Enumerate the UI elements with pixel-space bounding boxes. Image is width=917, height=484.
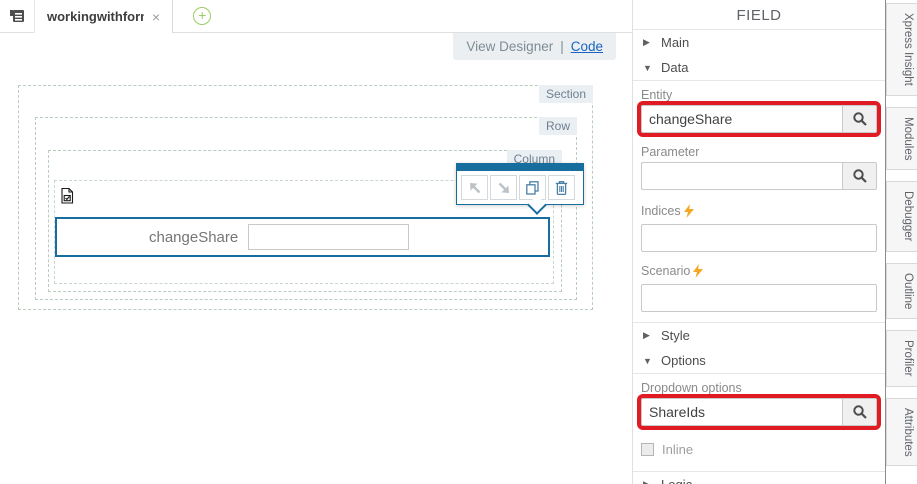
element-toolbar [456,163,584,205]
section-options-label: Options [661,353,706,368]
row-label: Row [539,117,577,135]
section-style[interactable]: ▶ Style [633,322,885,348]
bolt-icon [683,204,695,218]
dropdown-search-button[interactable] [842,399,876,425]
mode-toggle: View Designer | Code [453,33,616,60]
design-canvas[interactable]: View Designer | Code Section Row Column … [0,33,632,484]
mode-separator: | [560,39,564,54]
dropdown-options-input[interactable] [642,399,842,425]
indices-label-text: Indices [641,204,681,218]
side-tab-modules[interactable]: Modules [886,107,917,170]
chevron-down-icon: ▼ [643,63,652,73]
indices-input[interactable] [641,224,877,252]
side-tab-debugger[interactable]: Debugger [886,181,917,252]
section-options[interactable]: ▼ Options [633,348,885,374]
chevron-right-icon: ▶ [643,330,652,341]
chevron-right-icon: ▶ [643,479,652,484]
search-icon [852,168,868,184]
section-main[interactable]: ▶ Main [633,30,885,55]
search-icon [852,404,868,420]
tab-workingwithform[interactable]: workingwithform × [34,0,173,33]
side-tab-profiler[interactable]: Profiler [886,330,917,386]
form-field-label: changeShare [149,229,238,246]
dropdown-options-input-group [641,398,877,426]
copy-icon [525,180,540,195]
inline-option-row: Inline [641,442,877,457]
entity-input-group [641,105,877,133]
scenario-label: Scenario [641,264,877,278]
bolt-icon [692,264,704,278]
view-list-icon [7,7,27,25]
close-icon[interactable]: × [152,10,160,24]
view-list-button[interactable] [0,0,34,32]
search-icon [852,111,868,127]
add-view-button[interactable]: + [193,7,211,25]
code-toggle-link[interactable]: Code [571,39,603,54]
tab-title: workingwithform [47,9,144,24]
entity-input[interactable] [642,106,842,132]
delete-button[interactable] [548,175,575,200]
view-tab-bar: workingwithform × + [0,0,632,33]
dropdown-options-label: Dropdown options [641,381,877,395]
chevron-right-icon: ▶ [643,37,652,48]
inline-label: Inline [662,442,693,457]
parameter-label: Parameter [641,145,877,159]
section-label: Section [539,85,593,103]
duplicate-button[interactable] [519,175,546,200]
parameter-input[interactable] [642,163,842,189]
properties-panel: FIELD ▶ Main ▼ Data Entity Parameter Ind… [632,0,886,484]
view-designer-toggle[interactable]: View Designer [466,39,553,54]
section-data[interactable]: ▼ Data [633,55,885,81]
entity-search-button[interactable] [842,106,876,132]
section-main-label: Main [661,35,689,50]
entity-label: Entity [641,88,877,102]
section-logic[interactable]: ▶ Logic [633,471,885,484]
designer-workspace: workingwithform × + View Designer | Code… [0,0,632,484]
indices-label: Indices [641,204,877,218]
trash-icon [554,180,569,196]
arrow-down-right-icon [497,181,511,195]
move-up-button[interactable] [461,175,488,200]
parameter-search-button[interactable] [842,163,876,189]
section-data-label: Data [661,60,688,75]
form-field-input[interactable] [248,224,409,250]
plus-icon: + [198,7,206,23]
panel-title: FIELD [633,0,885,30]
parameter-input-group [641,162,877,190]
scenario-input[interactable] [641,284,877,312]
move-down-button[interactable] [490,175,517,200]
form-field-type-icon [59,186,76,211]
selected-form-field[interactable]: changeShare [55,217,550,257]
chevron-down-icon: ▼ [643,356,652,366]
side-tab-attributes[interactable]: Attributes [886,398,917,467]
section-logic-label: Logic [661,477,692,484]
arrow-up-left-icon [468,181,482,195]
scenario-label-text: Scenario [641,264,690,278]
inline-checkbox[interactable] [641,443,654,456]
toolbar-header-bar[interactable] [457,164,583,171]
side-tab-outline[interactable]: Outline [886,263,917,319]
side-tool-tabs: Xpress Insight Modules Debugger Outline … [886,0,917,484]
section-style-label: Style [661,328,690,343]
side-tab-xpress-insight[interactable]: Xpress Insight [886,3,917,96]
